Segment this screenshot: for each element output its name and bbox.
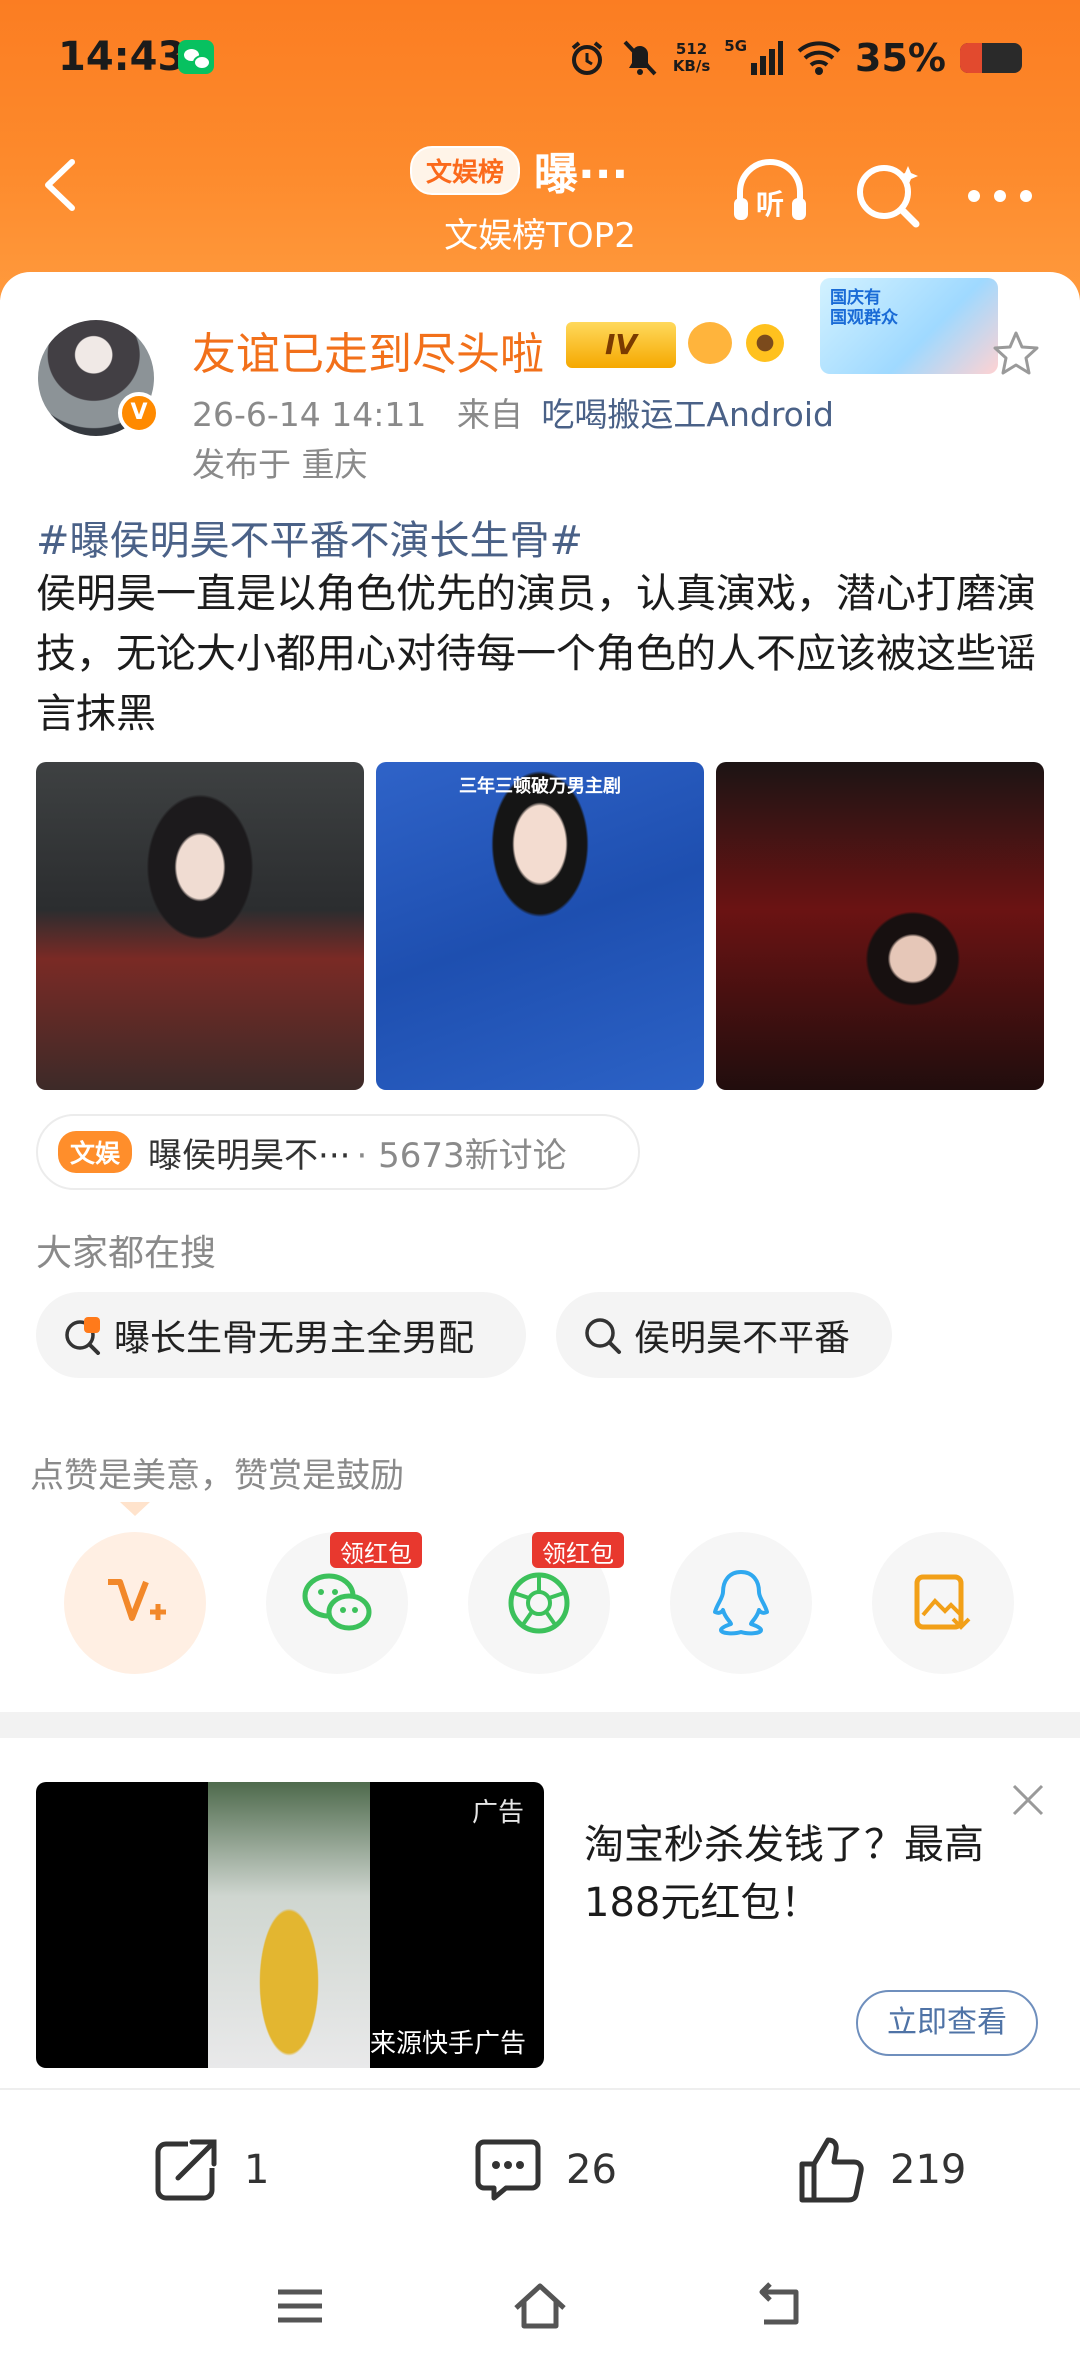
topic-tag: 文娱 [58, 1131, 133, 1173]
net-speed: 512 KB/s [673, 41, 710, 75]
hashtag-link[interactable]: #曝侯明昊不平番不演长生骨# [36, 508, 583, 566]
ad-source: 来源快手广告 [369, 2029, 526, 2059]
comment-button[interactable]: 26 [470, 2132, 617, 2208]
topic-text: 曝侯明昊不··· [148, 1135, 351, 1176]
repost-icon [155, 2139, 217, 2201]
net-speed-unit: KB/s [672, 57, 711, 75]
ad-thumbnail [208, 1782, 370, 2068]
verified-badge-icon: V [118, 392, 160, 434]
search-chip-hot[interactable]: 曝长生骨无男主全男配 [36, 1292, 526, 1378]
post-body: 侯明昊一直是以角色优先的演员，认真演戏，潜心打磨演技，无论大小都用心对待每一个角… [36, 571, 1036, 737]
topic-count: · 5673新讨论 [356, 1135, 567, 1176]
post-photo-2[interactable]: 三年三顿破万男主剧 [376, 762, 704, 1090]
level-badge: IV [566, 322, 676, 368]
post-source-link[interactable]: 吃喝搬运工Android [541, 395, 834, 434]
thumbs-up-icon [799, 2137, 864, 2203]
hot-search-icon [65, 1317, 100, 1355]
photo-2-caption: 三年三顿破万男主剧 [459, 776, 621, 797]
repost-button[interactable]: 1 [148, 2132, 269, 2208]
star-icon[interactable] [990, 328, 1042, 380]
related-search-heading: 大家都在搜 [36, 1233, 217, 1274]
fish-badge-icon [688, 322, 732, 364]
post-action-bar: 1 26 219 [0, 2088, 1080, 2248]
qq-icon [713, 1570, 769, 1636]
net-speed-value: 512 [675, 40, 708, 58]
listen-icon[interactable]: 听 [728, 152, 812, 236]
moments-icon [508, 1572, 570, 1634]
ranking-tag: 文娱榜 [410, 145, 521, 195]
save-image-button[interactable] [872, 1532, 1014, 1674]
more-icon[interactable] [958, 152, 1042, 236]
hongbao-badge: 领红包 [532, 1532, 624, 1568]
section-divider [0, 1712, 1080, 1738]
menu-icon[interactable] [272, 2278, 328, 2334]
reward-icon [108, 1579, 166, 1621]
ad-badge: 广告 [471, 1798, 524, 1828]
like-button[interactable]: 219 [794, 2132, 966, 2208]
network-type: 5G [724, 37, 748, 55]
post-card: V 友谊已走到尽头啦 IV 国庆有 国观群众 26-6-14 14:11 来自 … [0, 272, 1080, 1712]
post-meta: 26-6-14 14:11 来自 吃喝搬运工Android [192, 388, 834, 436]
ad-title[interactable]: 淘宝秒杀发钱了？最高188元红包！ [584, 1816, 1044, 1932]
battery-level [960, 43, 982, 73]
wechat-icon [302, 1573, 372, 1631]
search-icon [585, 1318, 621, 1354]
top-nav: 文娱榜 曝··· 文娱榜TOP2 听 [0, 130, 1080, 260]
like-count: 219 [890, 2147, 967, 2193]
system-nav-bar [0, 2248, 1080, 2376]
home-icon[interactable] [512, 2278, 568, 2334]
hongbao-badge: 领红包 [330, 1532, 422, 1568]
post-photo-1[interactable] [36, 762, 364, 1090]
post-date: 26-6-14 14:11 [192, 395, 427, 434]
wechat-notification-icon [178, 40, 214, 74]
svg-text:听: 听 [756, 188, 784, 221]
battery-icon [960, 43, 1022, 73]
post-location: 发布于 重庆 [192, 445, 368, 484]
alarm-icon [571, 41, 603, 75]
repost-count: 1 [244, 2147, 270, 2193]
status-bar: 14:43 512 KB/s 5G 35% [0, 0, 1080, 118]
status-time: 14:43 [58, 34, 186, 80]
comment-count: 26 [566, 2147, 617, 2193]
save-image-icon [914, 1574, 971, 1630]
mute-bell-icon [623, 40, 657, 76]
ad-video[interactable]: 广告 来源快手广告 [36, 1782, 544, 2068]
search-chip[interactable]: 侯明昊不平番 [556, 1292, 892, 1378]
post-photo-3[interactable] [716, 762, 1044, 1090]
nav-title: 曝··· [534, 149, 629, 200]
search-chip-label: 侯明昊不平番 [634, 1318, 851, 1359]
sunflower-badge-icon [746, 324, 784, 362]
status-indicators: 512 KB/s 5G 35% [567, 30, 1022, 86]
wifi-icon [797, 41, 841, 75]
appreciate-text: 点赞是美意，赞赏是鼓励 [30, 1456, 404, 1496]
author-name[interactable]: 友谊已走到尽头啦 [192, 318, 544, 382]
signal-icon [751, 41, 784, 75]
search-icon[interactable] [846, 152, 930, 236]
comment-icon [475, 2139, 541, 2201]
nav-title-row: 文娱榜 曝··· [410, 138, 628, 202]
ad-cta-button[interactable]: 立即查看 [856, 1990, 1038, 2056]
share-qq-button[interactable] [670, 1532, 812, 1674]
pointer-icon [120, 1502, 150, 1516]
ad-card[interactable]: 广告 来源快手广告 淘宝秒杀发钱了？最高188元红包！ 立即查看 [0, 1738, 1080, 2088]
post-from-label: 来自 [456, 395, 523, 434]
topic-pill[interactable]: 文娱 曝侯明昊不··· · 5673新讨论 [36, 1114, 640, 1190]
promo-sticker[interactable]: 国庆有 国观群众 [820, 278, 998, 374]
battery-percent: 35% [855, 36, 946, 80]
reward-button[interactable] [64, 1532, 206, 1674]
search-chip-label: 曝长生骨无男主全男配 [114, 1318, 475, 1359]
back-nav-icon[interactable] [752, 2278, 808, 2334]
